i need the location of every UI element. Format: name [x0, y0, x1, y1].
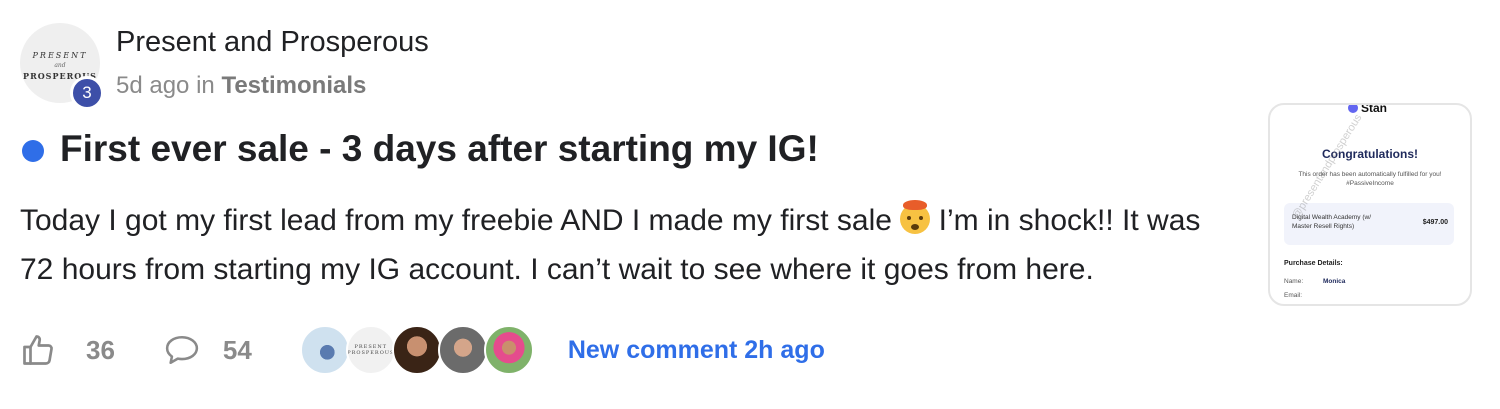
- thumbs-up-icon: [23, 335, 53, 365]
- commenter-avatar[interactable]: [299, 325, 350, 375]
- attachment-message: This order has been automatically fulfil…: [1298, 171, 1442, 187]
- stan-icon: [1348, 105, 1358, 113]
- like-count: 36: [86, 334, 115, 365]
- comment-icon: [165, 335, 199, 365]
- author-name[interactable]: Present and Prosperous: [116, 26, 429, 59]
- attachment-purchase-details: Purchase Details:: [1284, 260, 1343, 267]
- commenter-avatar[interactable]: [483, 325, 534, 375]
- attachment-product: Digital Wealth Academy (w/ Master Resell…: [1292, 214, 1371, 230]
- post-body: Today I got my first lead from my freebi…: [20, 196, 1235, 294]
- post-actions: 36 54 PRESENT PROSPEROUS New comment 2h …: [20, 325, 825, 375]
- attachment-email-row: Email:: [1284, 292, 1303, 299]
- commenter-avatars[interactable]: PRESENT PROSPEROUS: [299, 325, 534, 375]
- new-comment-link[interactable]: New comment 2h ago: [568, 336, 825, 365]
- post-title[interactable]: First ever sale - 3 days after starting …: [60, 128, 819, 170]
- attachment-heading: Congratulations!: [1322, 147, 1418, 161]
- attachment-product-box: Digital Wealth Academy (w/ Master Resell…: [1284, 203, 1454, 245]
- post-body-part-1: Today I got my first lead from my freebi…: [20, 204, 892, 237]
- author-avatar[interactable]: PRESENT and PROSPEROUS 3: [20, 23, 104, 110]
- category-link[interactable]: Testimonials: [221, 72, 366, 99]
- commenter-avatar[interactable]: [391, 325, 442, 375]
- exploding-head-emoji-icon: [900, 200, 931, 234]
- attachment-price: $497.00: [1422, 219, 1448, 226]
- level-badge: 3: [70, 76, 104, 110]
- post-time: 5d ago: [116, 72, 190, 99]
- post-meta-in: in: [196, 72, 215, 99]
- commenter-avatar[interactable]: [437, 325, 488, 375]
- comment-button[interactable]: 54: [163, 333, 252, 367]
- comment-count: 54: [222, 334, 252, 365]
- attachment-thumbnail[interactable]: Stan Congratulations! This order has bee…: [1268, 103, 1472, 306]
- unread-indicator: [22, 140, 44, 162]
- commenter-avatar-logo[interactable]: PRESENT PROSPEROUS: [345, 325, 396, 375]
- post-meta: 5d ago in Testimonials: [116, 72, 366, 100]
- like-button[interactable]: 36: [20, 332, 115, 368]
- attachment-name-row: Name: Monica: [1284, 278, 1346, 285]
